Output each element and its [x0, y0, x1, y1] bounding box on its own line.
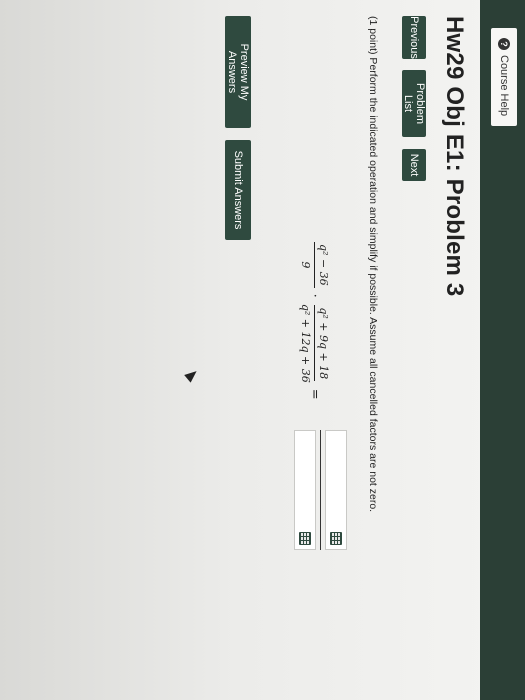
webwork-page: ? Course Help Hw29 Obj E1: Problem 3 Pre…	[0, 0, 525, 700]
equation-editor-icon[interactable]	[299, 532, 311, 545]
problem-list-button[interactable]: Problem List	[402, 70, 426, 137]
problem-instruction: (1 point) Perform the indicated operatio…	[367, 16, 379, 513]
next-button[interactable]: Next	[402, 149, 426, 181]
course-help-label: Course Help	[498, 55, 510, 117]
equation-editor-icon[interactable]	[330, 532, 342, 545]
submit-answers-button[interactable]: Submit Answers	[225, 140, 251, 240]
fraction-2-numerator: q² + 9q + 18	[314, 305, 331, 382]
page-title: Hw29 Obj E1: Problem 3	[441, 16, 468, 297]
numerator-answer-input[interactable]	[325, 430, 347, 550]
preview-answers-button[interactable]: Preview My Answers	[225, 16, 251, 128]
equals-sign: =	[307, 388, 323, 400]
fraction-1: q² − 36 9	[300, 242, 331, 288]
top-bar: ? Course Help	[480, 0, 525, 700]
denominator-answer-input[interactable]	[294, 430, 316, 550]
multiply-operator: ·	[307, 293, 323, 298]
fraction-1-numerator: q² − 36	[314, 242, 331, 288]
course-help-button[interactable]: ? Course Help	[491, 28, 517, 127]
fraction-1-denominator: 9	[299, 261, 313, 269]
fraction-2: q² + 9q + 18 q² + 12q + 36	[300, 304, 331, 383]
help-icon: ?	[498, 38, 510, 50]
previous-button[interactable]: Previous	[402, 16, 426, 59]
math-expression: q² − 36 9 · q² + 9q + 18 q² + 12q + 36 =	[283, 242, 347, 400]
fraction-2-denominator: q² + 12q + 36	[299, 303, 313, 383]
mouse-cursor-icon	[184, 367, 200, 383]
fraction-bar	[320, 430, 321, 550]
answer-fraction	[294, 430, 347, 550]
